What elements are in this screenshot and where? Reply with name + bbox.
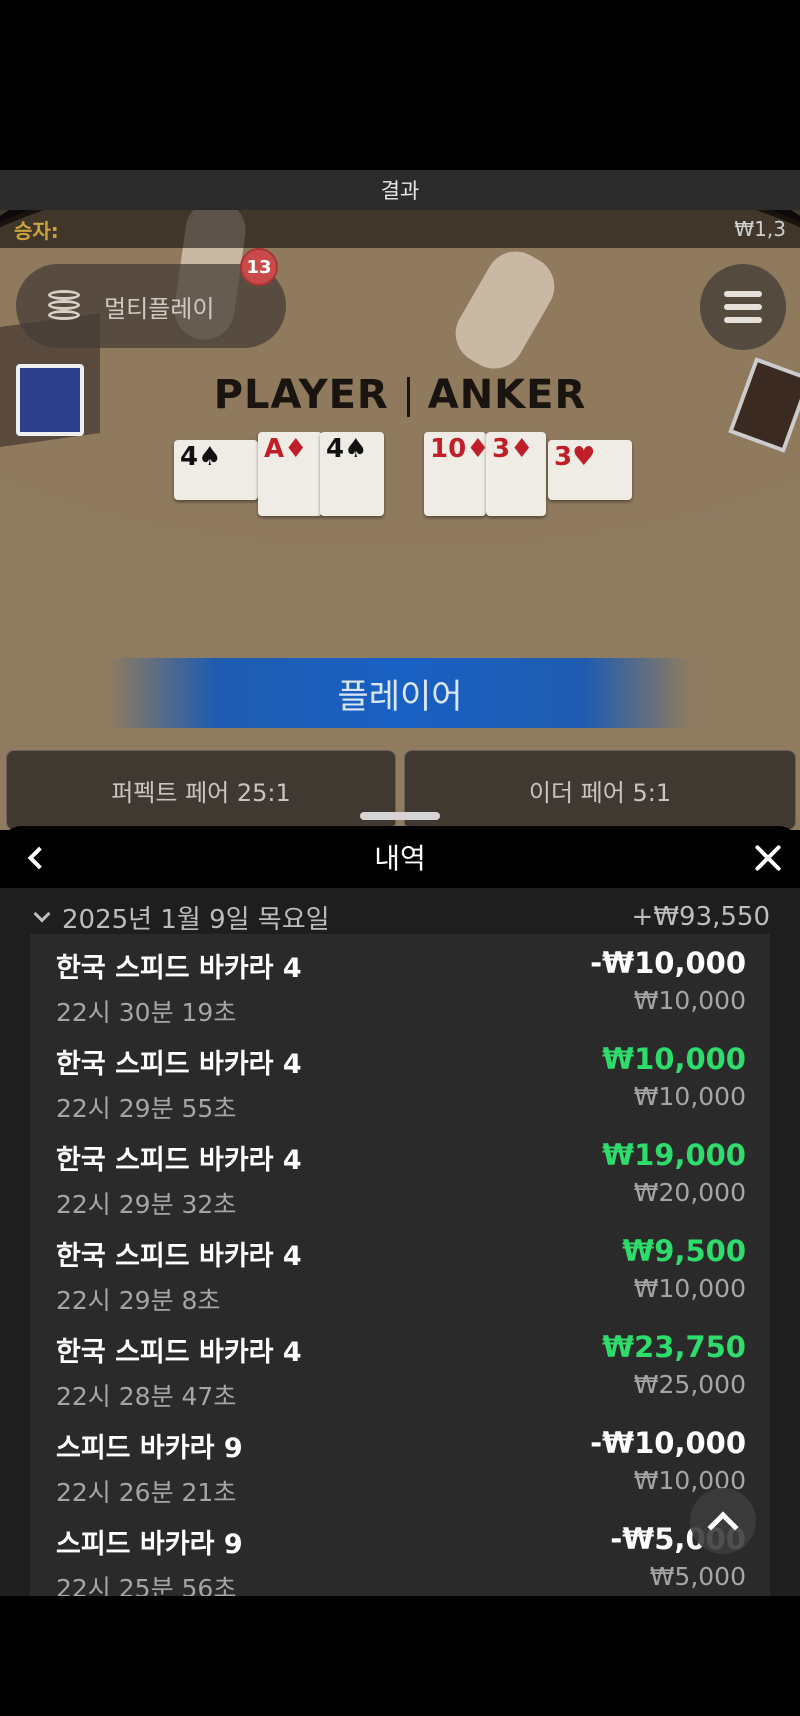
history-item[interactable]: 스피드 바카라 9 22시 26분 21초 -₩10,000 ₩10,000 <box>30 1414 770 1510</box>
result-banner-text: 플레이어 <box>337 676 463 717</box>
chips-icon <box>44 286 84 326</box>
table-player-text: PLAYER <box>213 372 389 418</box>
menu-button[interactable] <box>700 264 786 350</box>
history-item[interactable]: 한국 스피드 바카라 4 22시 28분 47초 ₩23,750 ₩25,000 <box>30 1318 770 1414</box>
bet-either-pair[interactable]: 이더 페어 5:1 <box>404 750 796 830</box>
bottom-black-area <box>0 1596 800 1716</box>
history-header: 내역 <box>0 826 800 888</box>
menu-icon <box>724 291 762 297</box>
back-button[interactable] <box>16 838 56 878</box>
item-amount: ₩19,000 <box>602 1138 746 1172</box>
bet-perfect-pair[interactable]: 퍼펙트 페어 25:1 <box>6 750 396 830</box>
player-card-2: A ♦ <box>258 432 322 516</box>
result-bar: 결과 <box>0 170 800 210</box>
result-banner: 플레이어 <box>110 658 690 728</box>
close-button[interactable] <box>748 838 788 878</box>
history-title: 내역 <box>374 842 426 875</box>
banker-card-2: 3 ♦ <box>486 432 546 516</box>
history-item[interactable]: 스피드 바카라 9 22시 25분 56초 -₩5,000 ₩5,000 <box>30 1510 770 1596</box>
date-total: +₩93,550 <box>631 902 770 932</box>
item-amount: ₩9,500 <box>622 1234 746 1268</box>
item-amount: ₩10,000 <box>602 1042 746 1076</box>
banker-card-3: 3 ♥ <box>548 440 632 500</box>
history-sheet: 내역 2025년 1월 9일 목요일 +₩93,550 한국 스피드 바카라 4… <box>0 826 800 1596</box>
game-video-area: 승자: ₩1,3 멀티플레이 13 PLAYER ANKER 4 ♠ A ♦ 4 ♠ 1… <box>0 210 800 830</box>
item-stake: ₩10,000 <box>633 1274 746 1303</box>
item-stake: ₩10,000 <box>633 1082 746 1111</box>
scroll-to-top-button[interactable] <box>690 1488 756 1554</box>
winner-strip: 승자: ₩1,3 <box>0 210 800 248</box>
multiplay-label: 멀티플레이 <box>104 294 215 323</box>
history-list[interactable]: 한국 스피드 바카라 4 22시 30분 19초 -₩10,000 ₩10,00… <box>30 934 770 1596</box>
table-banker-text: ANKER <box>427 372 587 418</box>
banker-card-1: 10 ♦ <box>424 432 490 516</box>
item-stake: ₩25,000 <box>633 1370 746 1399</box>
multiplay-count-badge: 13 <box>240 248 278 286</box>
history-item[interactable]: 한국 스피드 바카라 4 22시 30분 19초 -₩10,000 ₩10,00… <box>30 934 770 1030</box>
item-stake: ₩20,000 <box>633 1178 746 1207</box>
item-amount: ₩23,750 <box>602 1330 746 1364</box>
history-item[interactable]: 한국 스피드 바카라 4 22시 29분 55초 ₩10,000 ₩10,000 <box>30 1030 770 1126</box>
item-amount: -₩10,000 <box>590 1426 746 1460</box>
winner-amount: ₩1,3 <box>734 217 786 241</box>
date-label: 2025년 1월 9일 목요일 <box>62 904 330 935</box>
item-amount: -₩10,000 <box>590 946 746 980</box>
item-stake: ₩5,000 <box>649 1562 746 1591</box>
winner-label: 승자: <box>14 218 59 243</box>
chevron-up-icon <box>707 1511 739 1543</box>
bet-either-pair-label: 이더 페어 5:1 <box>528 778 672 807</box>
chevron-down-icon <box>33 905 51 923</box>
sheet-drag-handle[interactable] <box>360 812 440 820</box>
top-black-area <box>0 0 800 170</box>
table-player-banker-print: PLAYER ANKER <box>0 372 800 418</box>
chevron-left-icon <box>27 846 51 870</box>
player-card-1: 4 ♠ <box>174 440 258 500</box>
player-card-3: 4 ♠ <box>320 432 384 516</box>
result-bar-label: 결과 <box>380 179 420 203</box>
history-item[interactable]: 한국 스피드 바카라 4 22시 29분 8초 ₩9,500 ₩10,000 <box>30 1222 770 1318</box>
item-stake: ₩10,000 <box>633 986 746 1015</box>
bet-perfect-pair-label: 퍼펙트 페어 25:1 <box>111 778 291 807</box>
history-item[interactable]: 한국 스피드 바카라 4 22시 29분 32초 ₩19,000 ₩20,000 <box>30 1126 770 1222</box>
item-time: 22시 25분 56초 <box>56 1574 237 1596</box>
